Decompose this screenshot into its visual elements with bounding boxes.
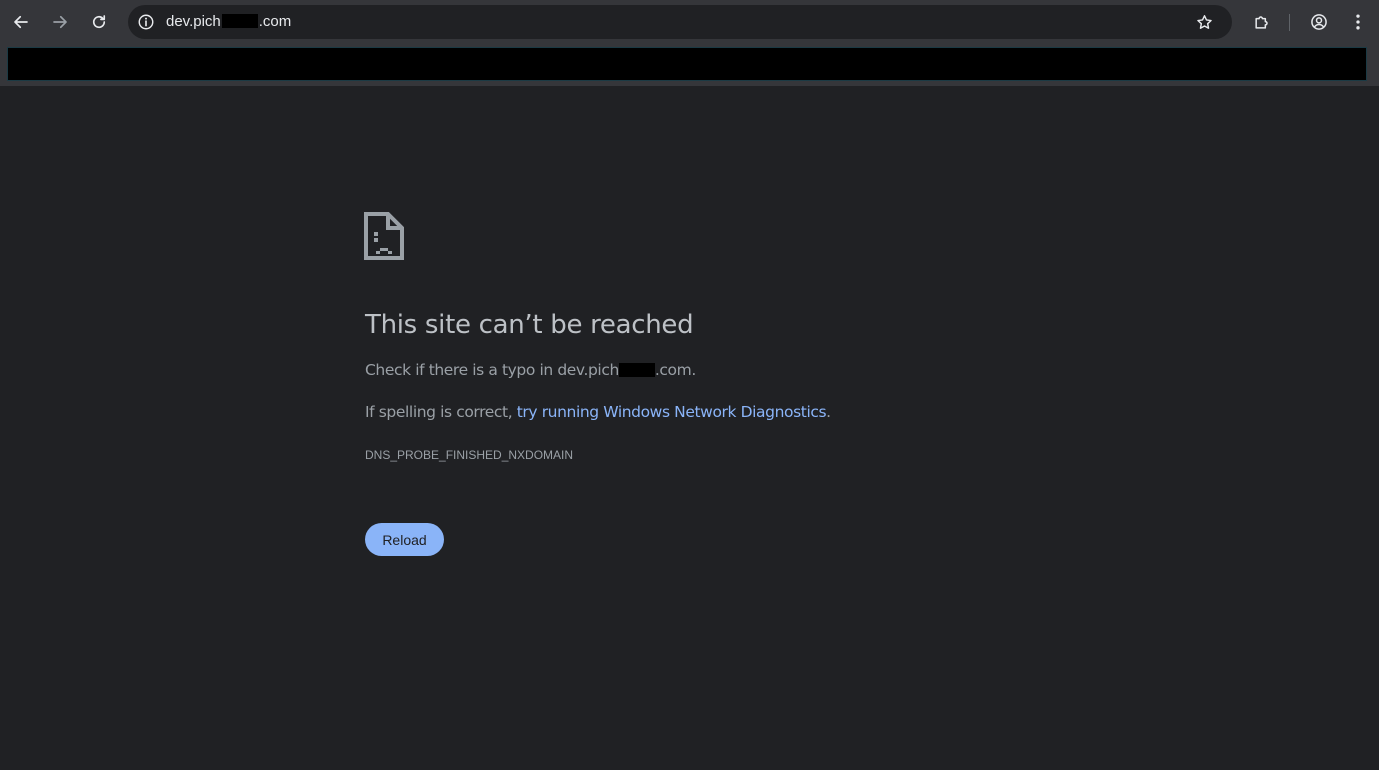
bookmark-button[interactable] xyxy=(1194,12,1214,32)
reload-page-button[interactable] xyxy=(85,8,113,36)
url-suffix: .com xyxy=(258,13,292,30)
url-prefix: dev.pich xyxy=(166,13,221,30)
url-text[interactable]: dev.pich .com xyxy=(166,13,291,31)
info-icon xyxy=(138,14,154,30)
spelling-message-suffix: . xyxy=(826,403,831,421)
address-bar[interactable]: dev.pich .com xyxy=(128,5,1232,39)
star-icon xyxy=(1196,14,1212,29)
typo-message-suffix: .com. xyxy=(654,361,696,379)
typo-message: Check if there is a typo in dev.pich .com… xyxy=(365,361,696,379)
typo-message-prefix: Check if there is a typo in dev.pich xyxy=(365,361,619,379)
arrow-left-icon xyxy=(14,15,28,29)
vertical-dots-icon xyxy=(1356,14,1360,30)
error-title: This site can’t be reached xyxy=(365,310,694,340)
network-diagnostics-link[interactable]: try running Windows Network Diagnostics xyxy=(517,403,827,421)
reload-button[interactable]: Reload xyxy=(365,523,444,556)
profile-button[interactable] xyxy=(1307,10,1331,34)
bookmarks-bar xyxy=(0,44,1379,86)
redacted-block xyxy=(7,47,1367,81)
refresh-icon xyxy=(92,15,106,29)
redacted-block xyxy=(221,14,258,28)
site-info-button[interactable] xyxy=(136,12,156,32)
error-page: This site can’t be reached Check if ther… xyxy=(0,86,1379,770)
extensions-button[interactable] xyxy=(1250,10,1274,34)
browser-toolbar: dev.pich .com xyxy=(0,0,1379,44)
puzzle-icon xyxy=(1255,16,1268,29)
menu-button[interactable] xyxy=(1346,10,1370,34)
account-circle-icon xyxy=(1311,14,1327,30)
sad-page-icon xyxy=(364,212,404,260)
arrow-right-icon xyxy=(53,15,67,29)
error-code: DNS_PROBE_FINISHED_NXDOMAIN xyxy=(365,448,574,462)
toolbar-divider xyxy=(1289,14,1290,31)
forward-button[interactable] xyxy=(46,8,74,36)
spelling-message-prefix: If spelling is correct, xyxy=(365,403,517,421)
spelling-message: If spelling is correct, try running Wind… xyxy=(365,403,831,421)
redacted-block xyxy=(618,363,655,377)
back-button[interactable] xyxy=(7,8,35,36)
